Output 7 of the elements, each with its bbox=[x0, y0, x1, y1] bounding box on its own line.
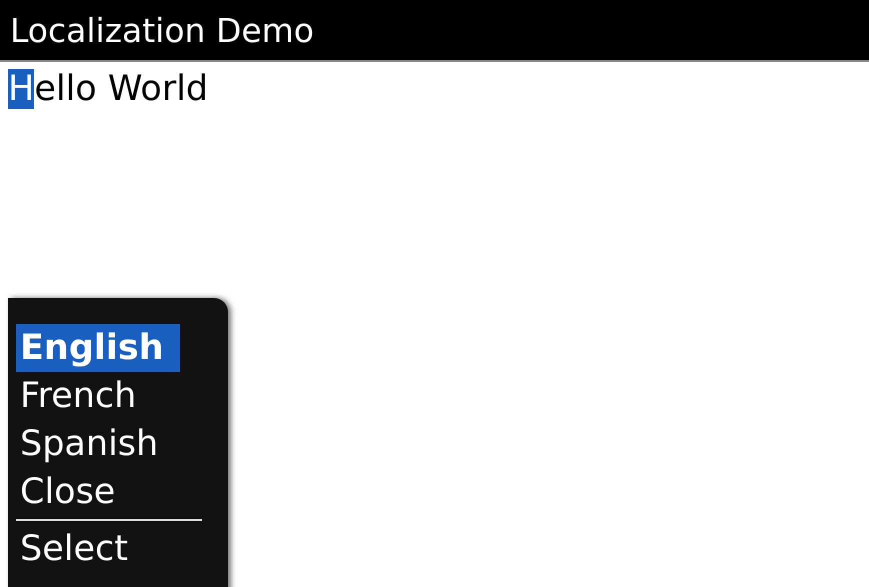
menu-item[interactable]: Close bbox=[16, 468, 120, 516]
menu-item[interactable]: English bbox=[16, 324, 180, 372]
window-title: Localization Demo bbox=[10, 10, 314, 50]
text-field[interactable]: Hello World bbox=[8, 69, 208, 109]
menu-item[interactable]: Select bbox=[16, 525, 132, 573]
menu-item[interactable]: Spanish bbox=[16, 420, 162, 468]
menu-item[interactable]: French bbox=[16, 372, 140, 420]
